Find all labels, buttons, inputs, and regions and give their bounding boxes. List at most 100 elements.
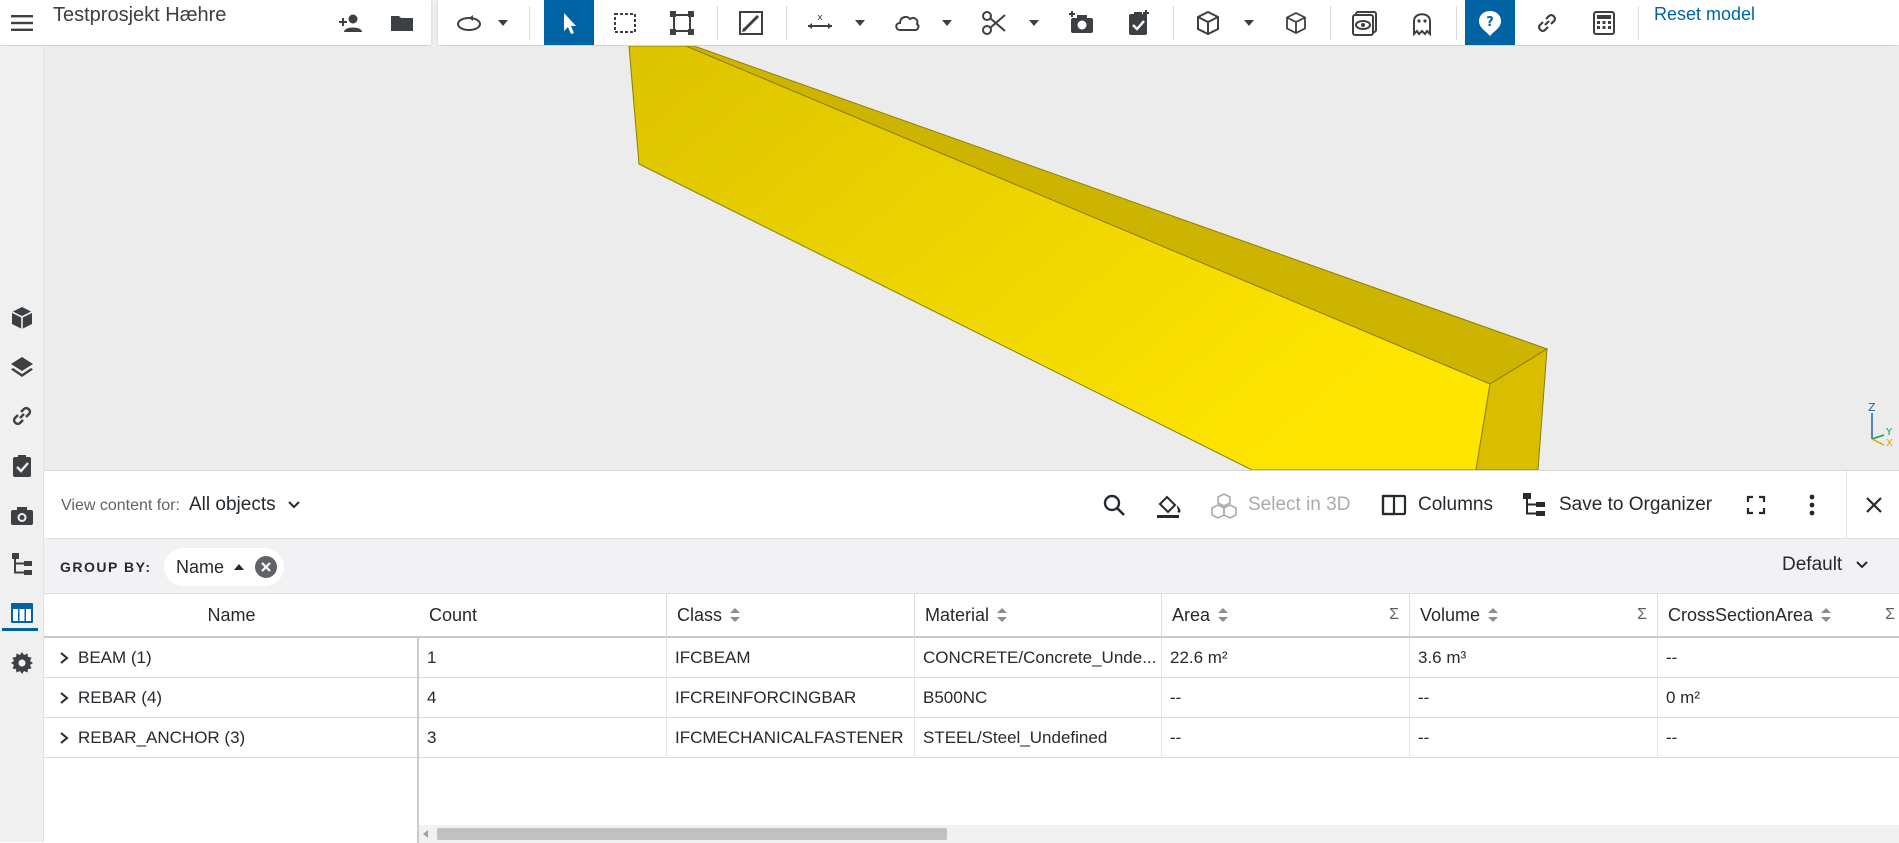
table-row-name[interactable]: REBAR_ANCHOR (3) (44, 718, 417, 758)
orbit-options-chevron-down-icon[interactable] (492, 0, 514, 45)
name-cell: BEAM (1) (44, 638, 417, 678)
share-users-icon[interactable] (327, 0, 377, 45)
cloud-options-chevron-down-icon[interactable] (936, 0, 958, 45)
settings-icon[interactable] (2, 641, 42, 685)
column-header-count-label: Count (429, 604, 478, 625)
sort-up-icon[interactable] (232, 560, 246, 574)
svg-text:?: ? (1486, 15, 1494, 30)
menu-icon[interactable] (8, 9, 38, 37)
isometric-icon[interactable] (1271, 0, 1321, 45)
project-title: Testprosjekt Hæhre (53, 4, 227, 26)
3d-viewport[interactable]: Z Y X (44, 46, 1899, 470)
calculator-icon[interactable] (1579, 0, 1629, 45)
fullscreen-button[interactable] (1742, 485, 1770, 525)
measure-options-chevron-down-icon[interactable] (849, 0, 871, 45)
snapshot-icon[interactable] (1057, 0, 1107, 45)
box-select-icon[interactable] (600, 0, 650, 45)
organizer-icon[interactable] (2, 542, 42, 586)
horizontal-scrollbar[interactable] (419, 825, 1899, 843)
class-cell: IFCBEAM (667, 638, 915, 678)
chevron-right-icon[interactable] (56, 650, 72, 666)
fit-view-icon[interactable] (657, 0, 707, 45)
scrollbar-thumb[interactable] (437, 828, 947, 840)
table-row[interactable]: 1 IFCBEAM CONCRETE/Concrete_Unde... 22.6 m²… (419, 638, 1899, 678)
save-to-organizer-button[interactable]: Save to Organizer (1521, 485, 1712, 525)
toolbar-divider (529, 6, 530, 40)
columns-button[interactable]: Columns (1380, 485, 1493, 525)
name-column: Name BEAM (1) REBAR (4) REBAR_ANCHOR (3) (44, 594, 419, 843)
remove-chip-icon[interactable] (254, 555, 278, 579)
view-options-chevron-down-icon[interactable] (1238, 0, 1260, 45)
sort-icon[interactable] (995, 606, 1009, 624)
column-header-csa[interactable]: CrossSectionArea Σ (1658, 594, 1899, 638)
links-icon[interactable] (2, 394, 42, 438)
color-fill-button[interactable] (1154, 485, 1182, 525)
column-header-volume-label: Volume (1420, 604, 1481, 625)
scroll-left-arrow-icon[interactable] (421, 829, 431, 839)
table-row[interactable]: 4 IFCREINFORCINGBAR B500NC -- -- 0 m² (419, 678, 1899, 718)
sort-icon[interactable] (728, 606, 742, 624)
column-header-material[interactable]: Material (915, 594, 1162, 638)
chevron-right-icon[interactable] (56, 690, 72, 706)
sum-icon[interactable]: Σ (1637, 606, 1647, 624)
sort-icon[interactable] (1819, 606, 1833, 624)
markup-icon[interactable] (726, 0, 776, 45)
toolbar-divider (1173, 6, 1174, 40)
expand-icon (1746, 495, 1766, 515)
data-table-panel: View content for: All objects Select in … (44, 470, 1899, 843)
cloud-markup-icon[interactable] (882, 0, 932, 45)
group-by-label: GROUP BY: (60, 559, 152, 575)
select-in-3d-button[interactable]: Select in 3D (1210, 485, 1350, 525)
more-vertical-icon (1809, 494, 1815, 516)
toolbar-divider (717, 6, 718, 40)
column-header-area[interactable]: Area Σ (1162, 594, 1410, 638)
measure-icon[interactable]: x (795, 0, 845, 45)
orbit-icon[interactable] (444, 0, 494, 45)
reset-model-link[interactable]: Reset model (1654, 4, 1755, 25)
sort-icon[interactable] (1486, 606, 1500, 624)
column-header-class[interactable]: Class (667, 594, 915, 638)
help-icon[interactable]: ? (1465, 0, 1515, 45)
ghost-icon[interactable] (1397, 0, 1447, 45)
visibility-icon[interactable] (1340, 0, 1390, 45)
material-cell: STEEL/Steel_Undefined (915, 718, 1162, 758)
view-cube-icon[interactable] (1183, 0, 1233, 45)
column-header-volume[interactable]: Volume Σ (1410, 594, 1658, 638)
select-icon[interactable] (544, 0, 594, 45)
preset-dropdown[interactable]: Default (1782, 554, 1870, 576)
table-row[interactable]: 3 IFCMECHANICALFASTENER STEEL/Steel_Undefi… (419, 718, 1899, 758)
models-icon[interactable] (2, 296, 42, 340)
section-icon[interactable] (969, 0, 1019, 45)
column-header-area-label: Area (1172, 604, 1211, 625)
group-by-chip-label: Name (176, 556, 225, 577)
todo-icon[interactable] (1113, 0, 1163, 45)
data-table-icon[interactable] (2, 591, 42, 635)
view-content-dropdown[interactable]: All objects (189, 494, 302, 516)
views-icon[interactable] (2, 493, 42, 537)
column-header-csa-label: CrossSectionArea (1668, 604, 1814, 625)
table-scroll-area[interactable]: Count Class Material Area Σ Volume Σ CrossSecti… (419, 594, 1899, 825)
column-header-count[interactable]: Count (419, 594, 667, 638)
more-options-button[interactable] (1798, 485, 1826, 525)
count-cell: 4 (419, 678, 667, 718)
column-header-name[interactable]: Name (44, 594, 419, 638)
link-icon[interactable] (1522, 0, 1572, 45)
sort-icon[interactable] (1216, 606, 1230, 624)
csa-cell: -- (1658, 638, 1899, 678)
folder-icon[interactable] (377, 0, 427, 45)
csa-cell: 0 m² (1658, 678, 1899, 718)
sum-icon[interactable]: Σ (1885, 606, 1895, 624)
chevron-right-icon[interactable] (56, 730, 72, 746)
table-row-name[interactable]: REBAR (4) (44, 678, 417, 718)
section-options-chevron-down-icon[interactable] (1023, 0, 1045, 45)
sum-icon[interactable]: Σ (1389, 606, 1399, 624)
group-by-chip[interactable]: Name (164, 548, 285, 586)
todos-icon[interactable] (2, 444, 42, 488)
layers-icon[interactable] (2, 345, 42, 389)
table-row-name[interactable]: BEAM (1) (44, 638, 417, 678)
close-icon (1866, 497, 1882, 513)
name-cell: REBAR (4) (44, 678, 417, 718)
model-canvas[interactable] (44, 46, 1899, 470)
search-button[interactable] (1100, 485, 1128, 525)
close-panel-button[interactable] (1860, 485, 1888, 525)
